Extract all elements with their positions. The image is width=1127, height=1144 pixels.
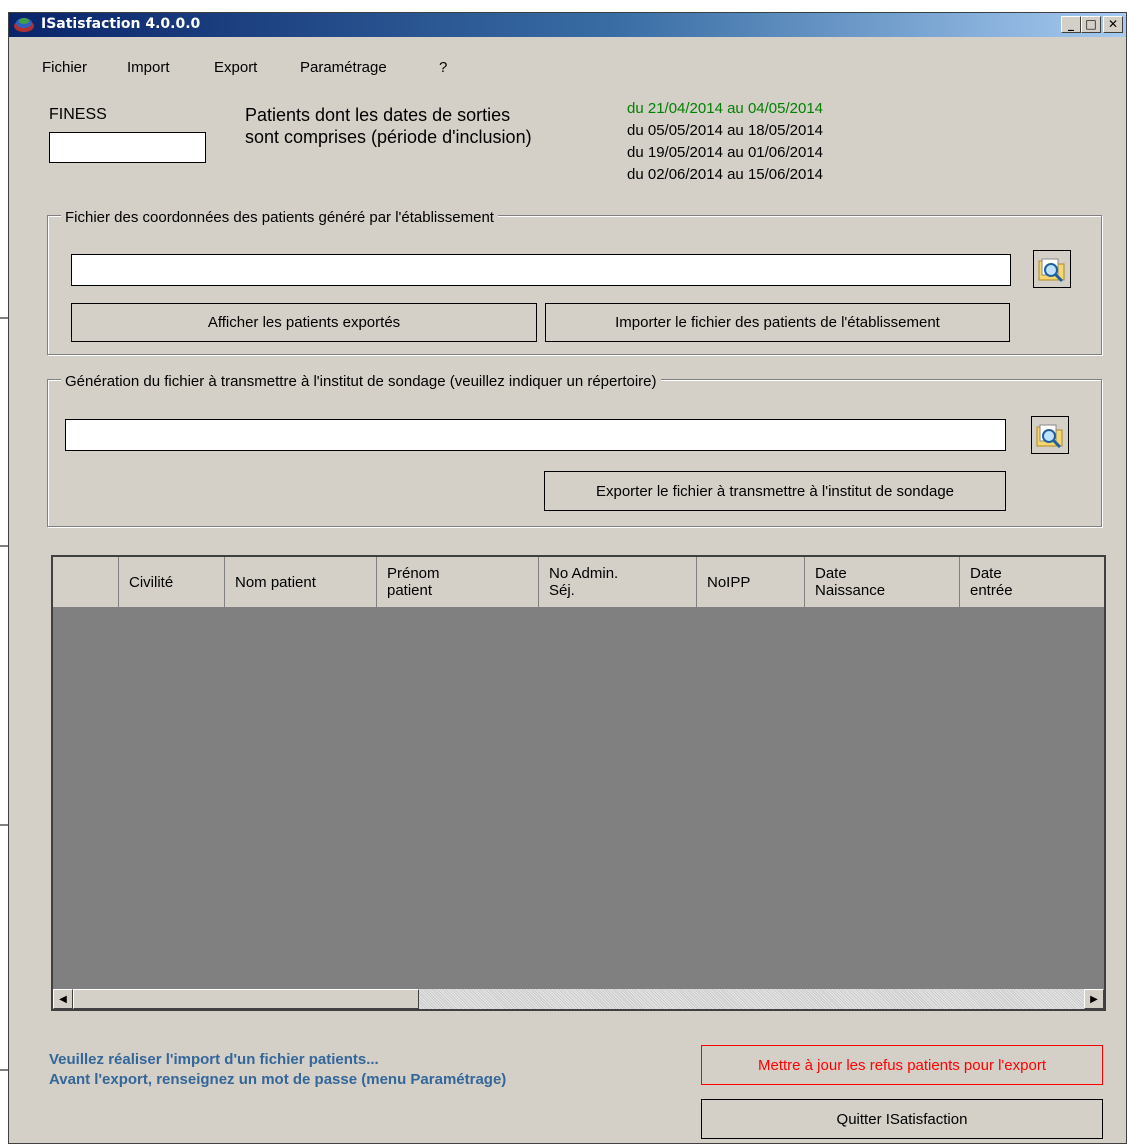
menu-import[interactable]: Import: [127, 59, 170, 76]
period-label-line1: Patients dont les dates de sorties: [245, 105, 511, 125]
table-horizontal-scrollbar[interactable]: ◀ ▶: [53, 989, 1104, 1009]
status-message-import: Veuillez réaliser l'import d'un fichier …: [49, 1051, 379, 1068]
column-header-date-naissance[interactable]: Date Naissance: [805, 557, 960, 607]
import-browse-button[interactable]: [1033, 250, 1071, 288]
menu-export[interactable]: Export: [214, 59, 257, 76]
import-group-title: Fichier des coordonnées des patients gén…: [61, 209, 498, 226]
column-header-nom-patient[interactable]: Nom patient: [225, 557, 377, 607]
scroll-right-button[interactable]: ▶: [1084, 989, 1104, 1009]
column-header-no-admin-sej[interactable]: No Admin. Séj.: [539, 557, 697, 607]
folder-search-icon: [1038, 258, 1065, 283]
export-browse-button[interactable]: [1031, 416, 1069, 454]
scrollbar-thumb[interactable]: [73, 989, 419, 1009]
import-file-path-input[interactable]: [71, 254, 1011, 286]
quit-button[interactable]: Quitter ISatisfaction: [701, 1099, 1103, 1139]
column-header-prenom-patient[interactable]: Prénom patient: [377, 557, 539, 607]
export-directory-input[interactable]: [65, 419, 1006, 451]
menu-parametrage[interactable]: Paramétrage: [300, 59, 387, 76]
column-header-civilite[interactable]: Civilité: [119, 557, 225, 607]
maximize-button[interactable]: □: [1081, 16, 1101, 33]
period-label-line2: sont comprises (période d'inclusion): [245, 127, 532, 147]
minimize-button[interactable]: _: [1061, 16, 1081, 33]
export-file-button[interactable]: Exporter le fichier à transmettre à l'in…: [544, 471, 1006, 511]
window-title: ISatisfaction 4.0.0.0: [41, 16, 201, 32]
table-header: Civilité Nom patient Prénom patient No Ad…: [53, 557, 1104, 607]
column-header-selector[interactable]: [53, 557, 119, 607]
period-range-1: du 21/04/2014 au 04/05/2014: [627, 100, 824, 117]
export-group-title: Génération du fichier à transmettre à l'…: [61, 373, 661, 390]
period-range-4: du 02/06/2014 au 15/06/2014: [627, 166, 824, 183]
status-message-password: Avant l'export, renseignez un mot de pas…: [49, 1071, 507, 1088]
close-button[interactable]: ✕: [1103, 16, 1123, 33]
title-bar[interactable]: ISatisfaction 4.0.0.0 _ □ ✕: [9, 13, 1126, 37]
scroll-left-button[interactable]: ◀: [53, 989, 73, 1009]
period-range-3: du 19/05/2014 au 01/06/2014: [627, 144, 824, 161]
patients-table[interactable]: Civilité Nom patient Prénom patient No Ad…: [51, 555, 1106, 1011]
app-logo-icon: [14, 18, 34, 32]
update-patient-refusals-button[interactable]: Mettre à jour les refus patients pour l'…: [701, 1045, 1103, 1085]
menu-help[interactable]: ?: [439, 59, 447, 76]
import-patients-file-button[interactable]: Importer le fichier des patients de l'ét…: [545, 303, 1010, 342]
column-header-date-entree[interactable]: Date entrée: [960, 557, 1104, 607]
column-header-noipp[interactable]: NoIPP: [697, 557, 805, 607]
app-window: ISatisfaction 4.0.0.0 _ □ ✕ Fichier Impo…: [8, 12, 1127, 1144]
show-exported-patients-button[interactable]: Afficher les patients exportés: [71, 303, 537, 342]
finess-label: FINESS: [49, 106, 107, 123]
period-range-2: du 05/05/2014 au 18/05/2014: [627, 122, 824, 139]
finess-input[interactable]: [49, 132, 206, 163]
folder-search-icon: [1036, 424, 1063, 449]
menu-fichier[interactable]: Fichier: [42, 59, 87, 76]
